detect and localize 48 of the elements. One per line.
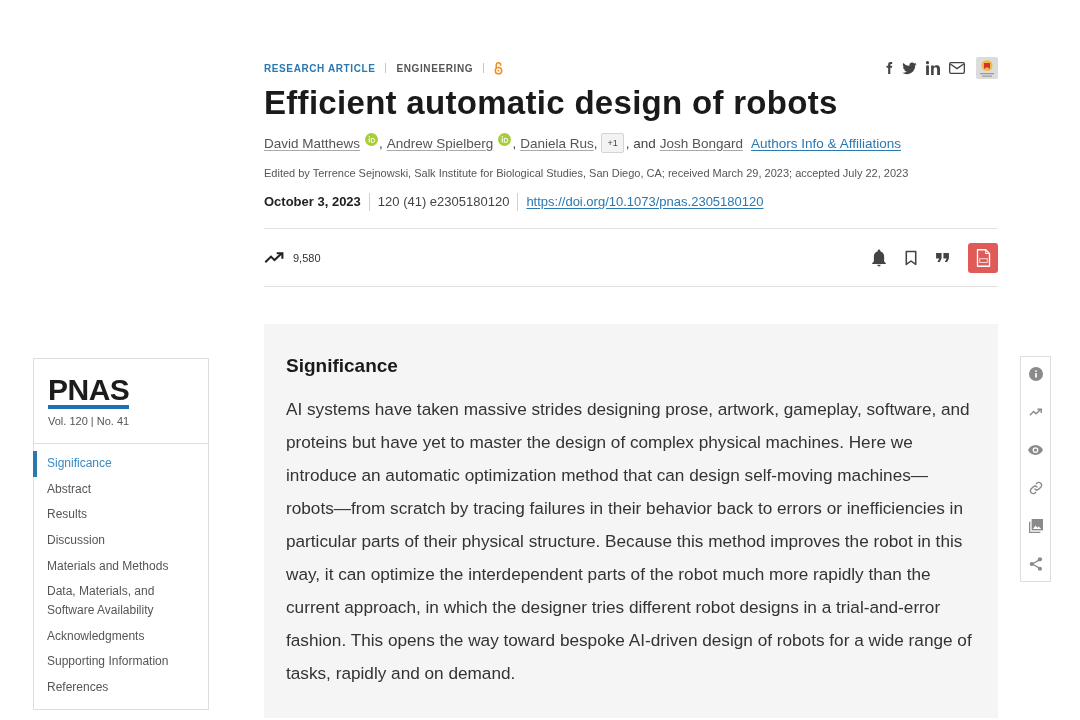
article-type-label: RESEARCH ARTICLE [264, 62, 376, 74]
author-link[interactable]: David Matthews [264, 135, 361, 151]
linkedin-icon[interactable] [926, 61, 940, 75]
share-icon[interactable] [1028, 557, 1043, 571]
facebook-icon[interactable] [886, 61, 893, 75]
sidebar-item[interactable]: Abstract [33, 476, 101, 503]
section-heading: Significance [286, 354, 399, 378]
sidebar-item[interactable]: Discussion [33, 527, 116, 554]
publication-date: October 3, 2023 [264, 193, 370, 211]
image-gallery-icon[interactable] [1028, 519, 1043, 533]
sidebar-item[interactable]: Materials and Methods [33, 553, 179, 579]
twitter-icon[interactable] [902, 61, 917, 75]
issue-label: Vol. 120 | No. 41 [48, 414, 130, 428]
byline-text: , [512, 135, 517, 151]
doi-link[interactable]: https://doi.org/10.1073/pnas.2305180120 [526, 193, 764, 211]
sidebar-item[interactable]: Supporting Information [33, 649, 179, 675]
sidebar-item[interactable]: Data, Materials, and Software Availability [33, 578, 183, 624]
bell-icon[interactable] [871, 248, 887, 267]
seal-badge-icon[interactable] [976, 57, 998, 79]
mail-icon[interactable] [949, 62, 965, 74]
sidebar-item[interactable]: Acknowledgments [33, 623, 155, 650]
eye-icon[interactable] [1028, 443, 1043, 457]
byline-text: , [593, 135, 598, 151]
quote-icon[interactable] [935, 252, 950, 263]
editor-note: Edited by Terrence Sejnowski, Salk Institute for Biological Studies, San Diego, CA; received March 29, 2023; accepted July 22, 2023 [264, 166, 910, 180]
info-icon[interactable] [1028, 367, 1043, 381]
byline-text: , [379, 135, 383, 151]
sidebar-item[interactable]: References [33, 674, 119, 701]
author-link[interactable]: Josh Bongard [659, 135, 744, 151]
pdf-button[interactable] [968, 242, 998, 273]
subject-label: ENGINEERING [396, 62, 474, 74]
sidebar-item[interactable]: Significance [33, 451, 122, 477]
views-count: 9,580 [293, 251, 321, 264]
significance-text: AI systems have taken massive strides designing prose, artwork, gameplay, software, and proteins but have yet to master the design of complex physical machines. Here we introduce an automatic optimization method that can design self-moving machines—robots—from scratch by tracing failures in their behavior back to errors or inefficiencies in particular parts of their physical structure. Because this method improves the robot in this way, it can optimize the interdependent parts of the robot much more rapidly than the current approach, in which the designer tries different robot designs in a trial-and-error fashion. This opens the way toward bespoke AI-driven design of robots for a wide range of tasks, rapidly and on demand. [286, 398, 972, 685]
bookmark-icon[interactable] [905, 249, 917, 266]
author-link[interactable]: Daniela Rus [520, 135, 594, 151]
open-lock-icon [494, 61, 504, 75]
citation-text: 120 (41) e2305180120 [369, 193, 519, 211]
more-authors-button[interactable]: +1 [601, 133, 624, 153]
pnas-logo: PNAS [48, 376, 130, 409]
trending-up-icon [264, 251, 285, 264]
article-title: Efficient automatic design of robots [264, 83, 839, 123]
author-link[interactable]: Andrew Spielberg [386, 135, 494, 151]
affiliations-link[interactable]: Authors Info & Affiliations [751, 135, 901, 151]
document-icon [975, 248, 991, 267]
sidebar-item[interactable]: Results [33, 502, 97, 528]
byline-text: , and [625, 135, 656, 151]
link-icon[interactable] [1028, 481, 1043, 495]
